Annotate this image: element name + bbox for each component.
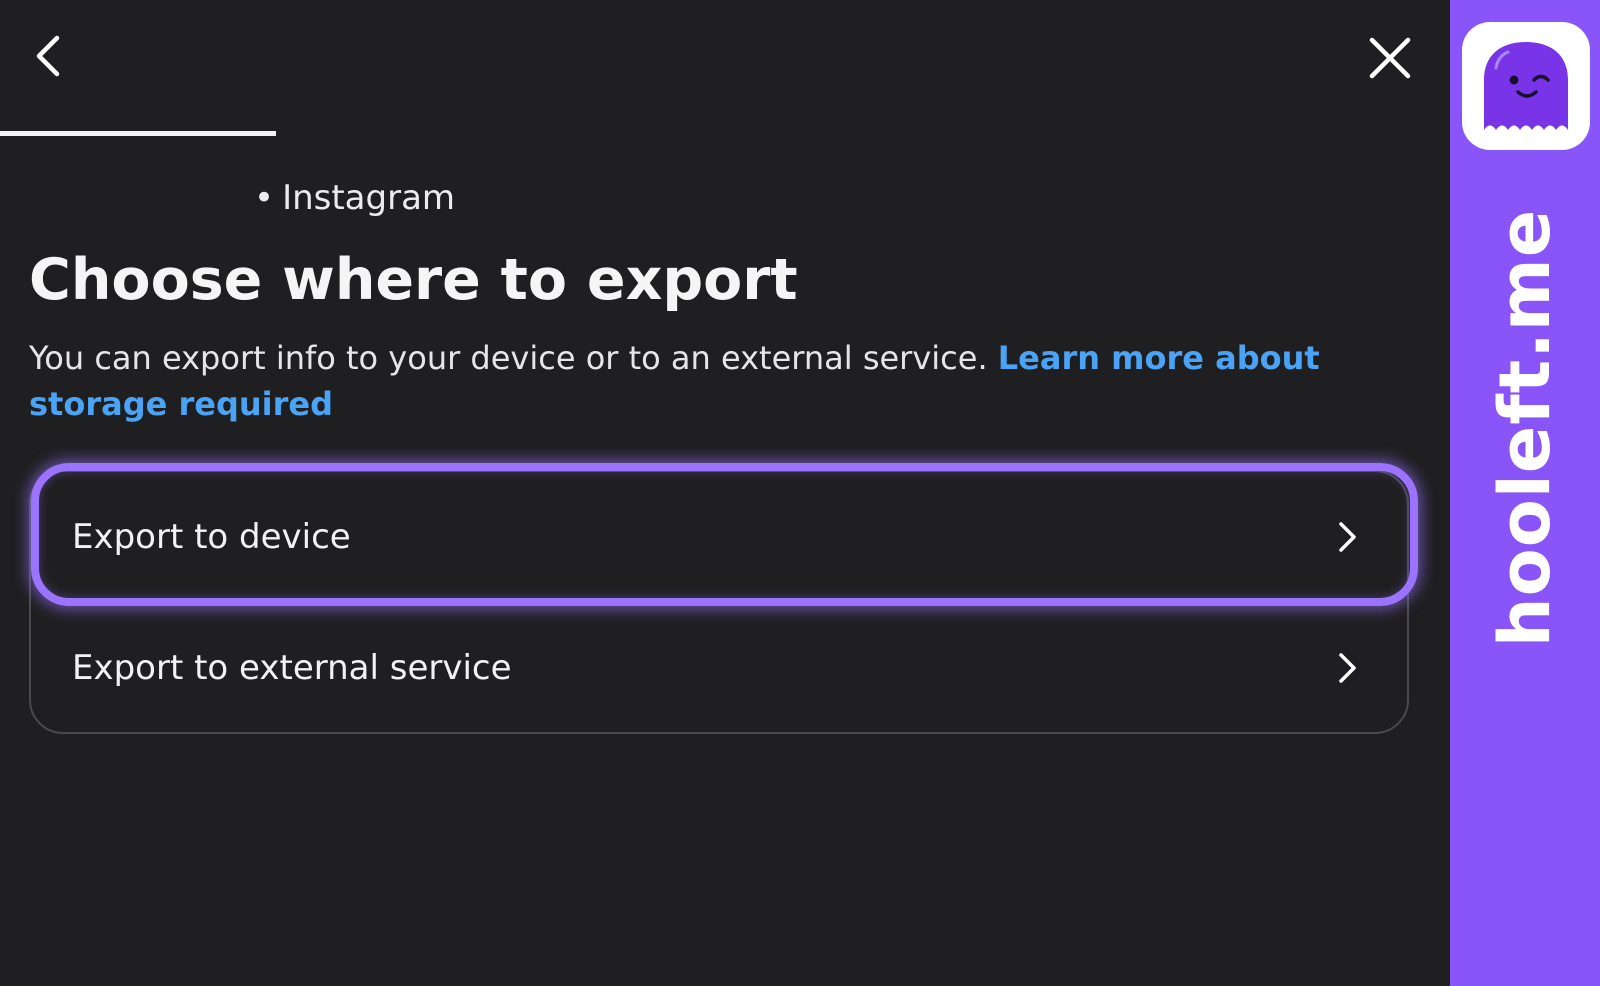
- account-label: • Instagram: [254, 178, 455, 218]
- back-button[interactable]: [26, 30, 74, 78]
- bullet: •: [254, 178, 275, 218]
- option-label: Export to device: [72, 517, 351, 557]
- page-title: Choose where to export: [29, 247, 798, 313]
- close-icon: [1369, 37, 1411, 79]
- chevron-left-icon: [36, 35, 60, 77]
- export-screen: • Instagram Choose where to export You ca…: [0, 0, 1450, 986]
- brand-panel: hooleft.me: [1450, 0, 1600, 986]
- export-to-device-option[interactable]: Export to device: [31, 472, 1407, 602]
- brand-name: hooleft.me: [1484, 208, 1566, 648]
- close-button[interactable]: [1364, 32, 1416, 84]
- account-platform: Instagram: [282, 178, 456, 218]
- brand-logo: [1462, 22, 1590, 150]
- page-description: You can export info to your device or to…: [29, 335, 1429, 427]
- export-options-list: Export to device Export to external serv…: [29, 470, 1409, 734]
- purple-ghost-winking-logo: [1484, 42, 1568, 130]
- progress-bar-fill: [0, 131, 276, 136]
- chevron-right-icon: [1339, 653, 1356, 683]
- progress-bar: [0, 131, 1450, 136]
- description-text: You can export info to your device or to…: [29, 339, 988, 377]
- export-to-external-service-option[interactable]: Export to external service: [31, 603, 1407, 733]
- option-label: Export to external service: [72, 648, 512, 688]
- chevron-right-icon: [1339, 522, 1356, 552]
